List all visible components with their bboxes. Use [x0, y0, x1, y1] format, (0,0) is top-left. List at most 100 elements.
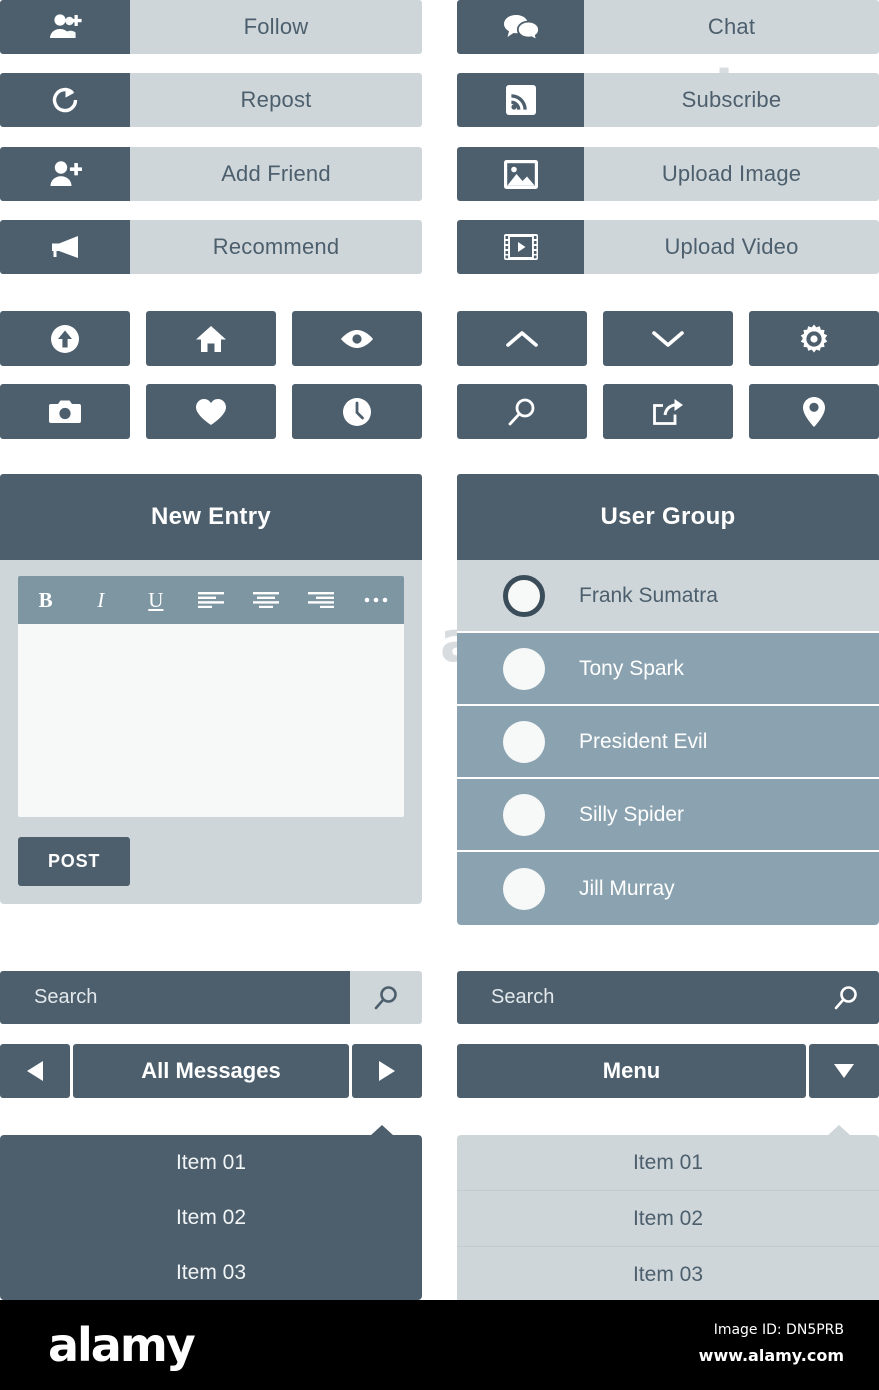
- repost-button[interactable]: Repost: [0, 73, 422, 127]
- subscribe-button[interactable]: Subscribe: [457, 73, 879, 127]
- search-icon: [373, 985, 399, 1011]
- italic-icon[interactable]: I: [73, 588, 128, 613]
- heart-icon: [195, 398, 227, 426]
- nav-menu: Menu: [457, 1044, 879, 1098]
- follow-label: Follow: [130, 0, 422, 54]
- search-button[interactable]: [813, 971, 879, 1024]
- dropdown-item[interactable]: Item 03: [0, 1245, 422, 1300]
- avatar: [503, 793, 545, 836]
- upload-arrow-circle-icon-button[interactable]: [0, 311, 130, 366]
- nav-title[interactable]: All Messages: [73, 1044, 349, 1098]
- chevron-up-icon-button[interactable]: [457, 311, 587, 366]
- align-right-icon[interactable]: [294, 592, 349, 608]
- user-name: Silly Spider: [579, 802, 685, 826]
- nav-all-messages: All Messages: [0, 1044, 422, 1098]
- menu-title[interactable]: Menu: [457, 1044, 806, 1098]
- new-entry-panel: New Entry B I U POST: [0, 474, 422, 904]
- dropdown-item[interactable]: Item 02: [0, 1190, 422, 1245]
- recommend-button[interactable]: Recommend: [0, 220, 422, 274]
- ui-kit-canvas: alamy alamy alamy alamy alamy alamy alam…: [0, 0, 879, 1300]
- alamy-logo: alamy: [48, 1318, 196, 1372]
- triangle-down-icon: [833, 1062, 855, 1080]
- eye-icon-button[interactable]: [292, 311, 422, 366]
- align-center-icon[interactable]: [239, 592, 294, 608]
- chevron-down-icon-button[interactable]: [603, 311, 733, 366]
- menu-toggle-button[interactable]: [809, 1044, 879, 1098]
- add-friend-button[interactable]: Add Friend: [0, 147, 422, 201]
- user-group-row[interactable]: Jill Murray: [457, 852, 879, 925]
- chat-bubbles-icon: [457, 0, 584, 54]
- triangle-right-icon: [377, 1060, 397, 1082]
- new-entry-title: New Entry: [0, 474, 422, 560]
- user-name: Tony Spark: [579, 656, 685, 680]
- add-user-icon: [0, 147, 130, 201]
- dropdown-notch-icon: [827, 1125, 851, 1136]
- chat-label: Chat: [584, 0, 879, 54]
- search-bar-left: Search: [0, 971, 422, 1024]
- home-icon-button[interactable]: [146, 311, 276, 366]
- search-input[interactable]: Search: [457, 971, 813, 1024]
- search-button[interactable]: [350, 971, 422, 1024]
- upload-video-button[interactable]: Upload Video: [457, 220, 879, 274]
- user-group-row[interactable]: Tony Spark: [457, 633, 879, 706]
- triangle-left-icon: [25, 1060, 45, 1082]
- bold-icon[interactable]: B: [18, 588, 73, 613]
- user-name: Frank Sumatra: [579, 583, 718, 607]
- share-icon: [652, 398, 684, 426]
- video-icon: [457, 220, 584, 274]
- rss-icon: [457, 73, 584, 127]
- entry-textarea[interactable]: [18, 624, 404, 817]
- search-bar-right: Search: [457, 971, 879, 1024]
- map-pin-icon-button[interactable]: [749, 384, 879, 439]
- chevron-up-icon: [505, 329, 539, 349]
- image-id-label: Image ID: DN5PRB: [713, 1322, 844, 1338]
- refresh-icon: [0, 73, 130, 127]
- search-icon: [507, 397, 537, 427]
- gear-icon-button[interactable]: [749, 311, 879, 366]
- upload-video-label: Upload Video: [584, 220, 879, 274]
- follow-button[interactable]: Follow: [0, 0, 422, 54]
- clock-icon-button[interactable]: [292, 384, 422, 439]
- upload-arrow-circle-icon: [49, 323, 81, 355]
- new-entry-body: B I U POST: [0, 560, 422, 904]
- recommend-label: Recommend: [130, 220, 422, 274]
- search-icon-button[interactable]: [457, 384, 587, 439]
- dropdown-item[interactable]: Item 01: [457, 1135, 879, 1191]
- editor-toolbar: B I U: [18, 576, 404, 624]
- user-group-row[interactable]: Frank Sumatra: [457, 560, 879, 633]
- add-friend-label: Add Friend: [130, 147, 422, 201]
- avatar: [503, 574, 545, 617]
- camera-icon-button[interactable]: [0, 384, 130, 439]
- camera-icon: [48, 398, 82, 425]
- dropdown-item[interactable]: Item 01: [0, 1135, 422, 1190]
- upload-image-button[interactable]: Upload Image: [457, 147, 879, 201]
- heart-icon-button[interactable]: [146, 384, 276, 439]
- post-button[interactable]: POST: [18, 837, 131, 886]
- share-icon-button[interactable]: [603, 384, 733, 439]
- subscribe-label: Subscribe: [584, 73, 879, 127]
- megaphone-icon: [0, 220, 130, 274]
- next-button[interactable]: [352, 1044, 422, 1098]
- search-icon: [833, 985, 859, 1011]
- home-icon: [195, 324, 227, 354]
- user-name: Jill Murray: [579, 876, 675, 900]
- align-left-icon[interactable]: [183, 592, 238, 608]
- dropdown-list-right: Item 01 Item 02 Item 03: [457, 1125, 879, 1300]
- post-row: POST: [18, 837, 404, 886]
- dropdown-item[interactable]: Item 03: [457, 1247, 879, 1300]
- image-icon: [457, 147, 584, 201]
- avatar: [503, 867, 545, 910]
- underline-icon[interactable]: U: [128, 588, 183, 613]
- avatar: [503, 720, 545, 763]
- chat-button[interactable]: Chat: [457, 0, 879, 54]
- dropdown-notch-icon: [370, 1125, 394, 1136]
- search-input[interactable]: Search: [0, 971, 350, 1024]
- dropdown-item[interactable]: Item 02: [457, 1191, 879, 1247]
- more-options-icon[interactable]: [349, 597, 404, 603]
- chevron-down-icon: [651, 329, 685, 349]
- prev-button[interactable]: [0, 1044, 70, 1098]
- user-group-row[interactable]: President Evil: [457, 706, 879, 779]
- alamy-footer: alamy Image ID: DN5PRB www.alamy.com: [0, 1300, 879, 1390]
- user-group-row[interactable]: Silly Spider: [457, 779, 879, 852]
- alamy-url: www.alamy.com: [698, 1346, 844, 1365]
